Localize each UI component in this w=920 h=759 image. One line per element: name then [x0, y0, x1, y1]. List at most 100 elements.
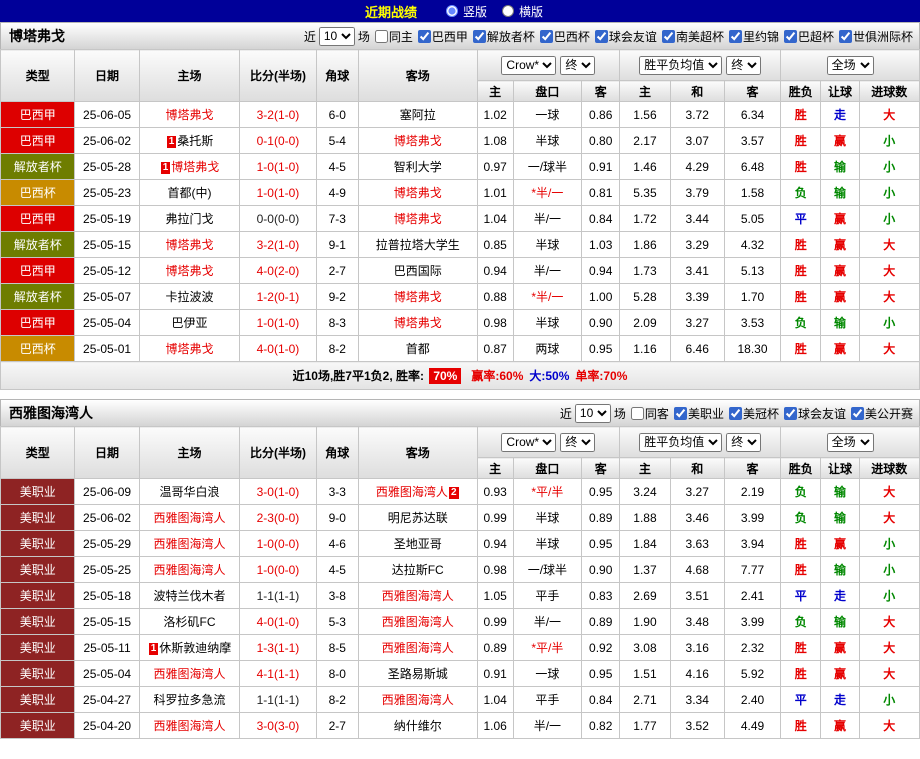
- team-link[interactable]: 巴西国际: [394, 264, 442, 278]
- result-wdl: 胜: [780, 283, 822, 310]
- team-link[interactable]: 波特兰伐木者: [153, 589, 225, 603]
- avg-time-select[interactable]: 终: [726, 432, 762, 452]
- team-link[interactable]: 塞阿拉: [400, 108, 436, 122]
- team-link[interactable]: 拉普拉塔大学生: [376, 238, 460, 252]
- result-goals: 大: [858, 712, 920, 739]
- scope-select[interactable]: 全场: [826, 55, 874, 75]
- avg-time-select[interactable]: 终: [726, 55, 762, 75]
- team-link[interactable]: 巴伊亚: [171, 316, 207, 330]
- team-link[interactable]: 达拉斯FC: [392, 563, 444, 577]
- filter-checkbox[interactable]: [417, 29, 431, 43]
- league-badge: 美职业: [0, 556, 76, 583]
- team-link[interactable]: 温哥华白浪: [159, 485, 219, 499]
- col-header: 类型: [0, 49, 76, 102]
- filter-checkbox[interactable]: [630, 406, 644, 420]
- team-link[interactable]: 卡拉波波: [165, 290, 213, 304]
- view-horizontal-label[interactable]: 横版: [519, 3, 543, 20]
- team-link[interactable]: 休斯敦迪纳摩: [159, 641, 231, 655]
- team-link[interactable]: 西雅图海湾人: [382, 615, 454, 629]
- team-link[interactable]: 博塔弗戈: [165, 342, 213, 356]
- team-link[interactable]: 桑托斯: [177, 134, 213, 148]
- team-link[interactable]: 博塔弗戈: [171, 160, 219, 174]
- team-link[interactable]: 圣路易斯城: [388, 667, 448, 681]
- result-handicap: 输: [820, 504, 860, 531]
- result-handicap: 走: [820, 101, 860, 128]
- team-link[interactable]: 圣地亚哥: [394, 537, 442, 551]
- filter-checkbox[interactable]: [539, 29, 553, 43]
- home-team-cell: 巴伊亚: [138, 309, 241, 336]
- scope-select[interactable]: 全场: [826, 432, 874, 452]
- away-team-cell: 西雅图海湾人: [357, 582, 478, 609]
- team-link[interactable]: 科罗拉多急流: [153, 693, 225, 707]
- team-link[interactable]: 西雅图海湾人: [382, 693, 454, 707]
- recent-count-select[interactable]: 10: [318, 26, 355, 46]
- league-badge: 美职业: [0, 686, 76, 713]
- result-goals: 小: [858, 179, 920, 206]
- odds-time-select[interactable]: 终: [560, 432, 596, 452]
- match-row: 美职业 25-05-18 波特兰伐木者 1-1(1-1) 3-8 西雅图海湾人 1.05 平手…: [0, 582, 920, 609]
- team-link[interactable]: 博塔弗戈: [165, 238, 213, 252]
- filter-checkbox[interactable]: [783, 406, 797, 420]
- filter-checkbox[interactable]: [673, 406, 687, 420]
- handicap: 半球: [512, 231, 583, 258]
- team-link[interactable]: 博塔弗戈: [165, 108, 213, 122]
- team-link[interactable]: 纳什维尔: [394, 719, 442, 733]
- asian-home-odds: 1.04: [476, 205, 514, 232]
- odds-source-select[interactable]: Crow*: [501, 55, 557, 75]
- filter-checkbox[interactable]: [374, 29, 388, 43]
- odds-time-select[interactable]: 终: [560, 55, 596, 75]
- filter-checkbox[interactable]: [594, 29, 608, 43]
- filter-checkbox[interactable]: [850, 406, 864, 420]
- away-team-cell: 塞阿拉: [357, 101, 478, 128]
- team-link[interactable]: 博塔弗戈: [394, 316, 442, 330]
- team-link[interactable]: 西雅图海湾人: [153, 719, 225, 733]
- view-vertical-radio[interactable]: [445, 5, 458, 17]
- filter-checkbox[interactable]: [661, 29, 675, 43]
- filter-checkbox[interactable]: [838, 29, 852, 43]
- view-horizontal-radio[interactable]: [502, 5, 514, 17]
- sub-col-header: 客: [581, 457, 621, 479]
- result-handicap: 赢: [820, 530, 860, 557]
- match-score: 4-0(1-0): [239, 335, 317, 362]
- filter-checkbox[interactable]: [728, 406, 742, 420]
- filter-checkbox[interactable]: [472, 29, 486, 43]
- euro-draw-odds: 4.68: [669, 556, 725, 583]
- team-link[interactable]: 西雅图海湾人: [153, 537, 225, 551]
- team-link[interactable]: 首都: [406, 342, 430, 356]
- result-handicap: 赢: [820, 712, 860, 739]
- team-link[interactable]: 西雅图海湾人: [382, 589, 454, 603]
- euro-away-odds: 7.77: [723, 556, 782, 583]
- team-link[interactable]: 西雅图海湾人: [376, 485, 448, 499]
- team-link[interactable]: 西雅图海湾人: [153, 511, 225, 525]
- avg-odds-select[interactable]: 胜平负均值: [639, 432, 723, 452]
- result-wdl: 负: [780, 179, 822, 206]
- handicap: 半球: [512, 530, 583, 557]
- euro-home-odds: 2.17: [619, 127, 671, 154]
- team-link[interactable]: 洛杉矶FC: [164, 615, 216, 629]
- recent-count-select[interactable]: 10: [574, 403, 611, 423]
- view-vertical-label[interactable]: 竖版: [463, 3, 487, 20]
- avg-odds-header: 胜平负均值终: [619, 49, 782, 81]
- team-link[interactable]: 弗拉门戈: [165, 212, 213, 226]
- team-link[interactable]: 博塔弗戈: [165, 264, 213, 278]
- match-row: 美职业 25-06-02 西雅图海湾人 2-3(0-0) 9-0 明尼苏达联 0.99 半球 0…: [0, 504, 920, 531]
- team-link[interactable]: 智利大学: [394, 160, 442, 174]
- team-link[interactable]: 博塔弗戈: [394, 186, 442, 200]
- team-link[interactable]: 明尼苏达联: [388, 511, 448, 525]
- team-link[interactable]: 博塔弗戈: [394, 134, 442, 148]
- filter-checkbox[interactable]: [783, 29, 797, 43]
- home-team-cell: 西雅图海湾人: [138, 712, 241, 739]
- team-link[interactable]: 西雅图海湾人: [153, 563, 225, 577]
- filter-checkbox[interactable]: [728, 29, 742, 43]
- match-row: 巴西杯 25-05-01 博塔弗戈 4-0(1-0) 8-2 首都 0.87 两球 0.95 1.…: [0, 335, 920, 362]
- team-link[interactable]: 首都(中): [168, 186, 212, 200]
- odds-source-select[interactable]: Crow*: [501, 432, 557, 452]
- team-link[interactable]: 西雅图海湾人: [382, 641, 454, 655]
- match-score: 3-0(1-0): [239, 478, 317, 505]
- avg-odds-select[interactable]: 胜平负均值: [639, 55, 723, 75]
- team-link[interactable]: 博塔弗戈: [394, 212, 442, 226]
- team-link[interactable]: 博塔弗戈: [394, 290, 442, 304]
- league-badge: 巴西甲: [0, 309, 76, 336]
- handicap: 一/球半: [512, 556, 583, 583]
- team-link[interactable]: 西雅图海湾人: [153, 667, 225, 681]
